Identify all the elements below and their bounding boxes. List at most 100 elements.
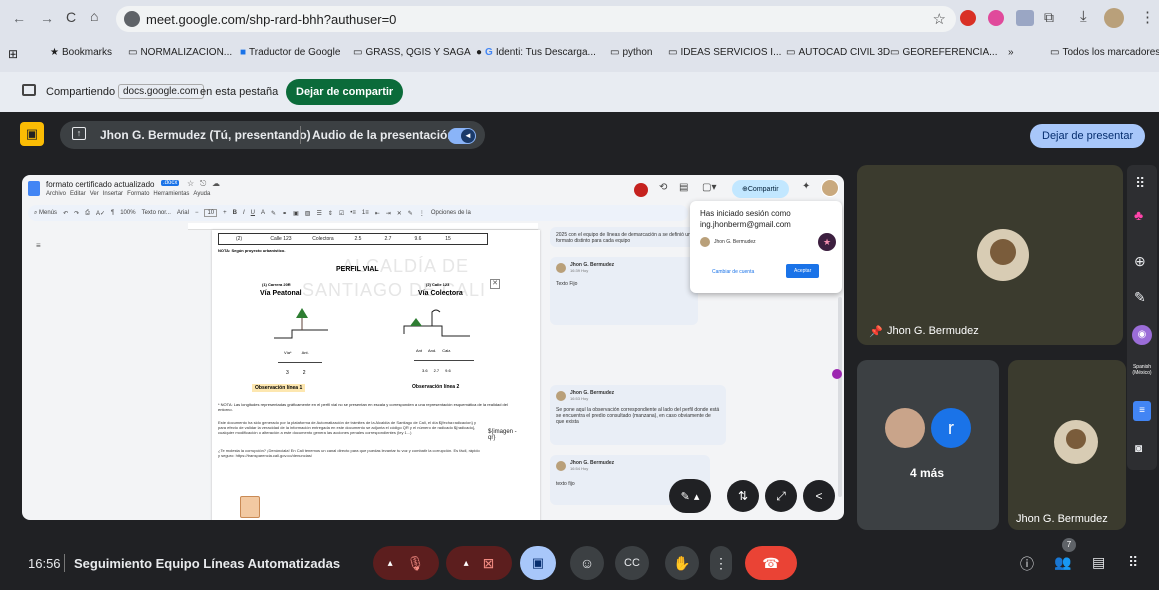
stop-sharing-button[interactable]: Dejar de compartir [286, 79, 404, 105]
bookmark-item[interactable]: ▭ GRASS, QGIS Y SAGA [353, 47, 471, 58]
checklist-icon[interactable]: ☑ [339, 210, 344, 217]
share-button[interactable]: ⊕ Compartir [732, 180, 789, 198]
camera-icon[interactable]: ◙ [1135, 441, 1142, 455]
redo-icon[interactable]: ↷ [74, 210, 79, 217]
image-handle-icon[interactable]: ✕ [490, 279, 500, 289]
forward-icon[interactable]: → [40, 10, 54, 26]
apps-grid-icon[interactable]: ⠿ [1135, 175, 1145, 192]
print-icon[interactable]: ⎙ [85, 210, 90, 217]
more-options-button[interactable]: ⋮ [710, 546, 732, 580]
account-avatar[interactable] [821, 179, 839, 197]
line-spacing-icon[interactable]: ⇕ [328, 210, 333, 217]
chevron-up-icon[interactable]: ▴ [464, 558, 469, 569]
people-icon[interactable]: 👥 [1054, 554, 1071, 571]
chat-icon[interactable]: ▤ [1092, 554, 1105, 571]
pen-icon[interactable]: ✎ [1134, 289, 1146, 306]
paint-format-icon[interactable]: ¶ [111, 210, 114, 216]
present-button[interactable]: ▣ [520, 546, 556, 580]
add-person-icon[interactable]: ⊕ [1134, 253, 1146, 270]
history-icon[interactable]: ⟲ [659, 182, 667, 193]
move-icon[interactable]: ⎋ [200, 179, 206, 189]
menu-ayuda[interactable]: Ayuda [193, 191, 210, 197]
kebab-menu-icon[interactable]: ⋮ [1140, 8, 1155, 26]
caption-language[interactable]: Spanish (México) [1129, 364, 1155, 376]
captions-button[interactable]: CC [615, 546, 649, 580]
menu-ver[interactable]: Ver [90, 191, 99, 197]
align-icon[interactable]: ☰ [316, 210, 321, 217]
doc-title[interactable]: formato certificado actualizado [46, 180, 155, 189]
comment-add-icon[interactable]: ▣ [293, 210, 299, 217]
meet-icon[interactable]: ▢▾ [702, 182, 716, 193]
gemini-icon[interactable] [634, 183, 648, 197]
all-bookmarks-folder[interactable]: ▭ Todos los marcadores [1050, 47, 1159, 58]
bookmark-item[interactable]: ● G Identi: Tus Descarga... [476, 47, 596, 58]
leave-call-button[interactable]: ☎ [745, 546, 797, 580]
site-info-icon[interactable] [124, 11, 140, 27]
menu-editar[interactable]: Editar [70, 191, 86, 197]
comments-icon[interactable]: ▤ [679, 182, 688, 193]
stop-presenting-icon[interactable]: ▣ [20, 122, 44, 146]
bullet-list-icon[interactable]: •≡ [350, 210, 356, 216]
mic-control[interactable]: ▴ 🎙 [373, 546, 439, 580]
shared-document[interactable]: formato certificado actualizado .docx ☆ … [22, 175, 844, 520]
bookmark-item[interactable]: ▭ AUTOCAD CIVIL 3D [786, 47, 890, 58]
reload-icon[interactable]: C [66, 9, 76, 25]
zoom-select[interactable]: 100% [120, 210, 135, 216]
ruler[interactable] [188, 223, 538, 230]
undo-icon[interactable]: ↶ [63, 210, 68, 217]
numbered-list-icon[interactable]: 1≡ [362, 210, 369, 216]
back-icon[interactable]: ← [12, 10, 26, 26]
outline-icon[interactable]: ≡ [36, 241, 41, 250]
share-icon[interactable]: < [803, 480, 835, 512]
apps-grid-icon[interactable]: ⠿ [1128, 554, 1138, 571]
bold-icon[interactable]: B [233, 210, 237, 216]
underline-icon[interactable]: U [251, 210, 255, 216]
doc-page[interactable]: (2) Calle 123 Colectora 2.5 2.7 9.6 15 N… [212, 230, 540, 520]
image-icon[interactable]: ▨ [305, 210, 311, 217]
profile-avatar[interactable] [1104, 8, 1124, 28]
menu-insertar[interactable]: Insertar [103, 191, 123, 197]
stop-presenting-button[interactable]: Dejar de presentar [1030, 124, 1146, 148]
more-icon[interactable]: ⋮ [419, 210, 425, 217]
more-bookmarks-button[interactable]: » [1008, 47, 1014, 58]
comment-card[interactable]: 2025 con el equipo de líneas de demarcac… [550, 227, 710, 247]
search-menus[interactable]: ⌕ Menús [34, 210, 57, 217]
puzzle-icon[interactable]: ⧉ [1044, 9, 1054, 26]
text-color-icon[interactable]: A [261, 210, 265, 216]
swap-icon[interactable]: ⇅ [727, 480, 759, 512]
comment-card[interactable]: Jhon G. Bermudez 16:39 Hoy Texto Fijo [550, 257, 698, 325]
home-icon[interactable]: ⌂ [90, 8, 98, 24]
camera-off-icon[interactable]: ⊠ [483, 555, 495, 572]
link-icon[interactable]: ⚭ [282, 210, 287, 217]
accept-button[interactable]: Aceptar [786, 264, 820, 278]
star-icon[interactable]: ☆ [187, 179, 194, 188]
pen-icon[interactable]: ✎ [408, 210, 413, 217]
italic-icon[interactable]: I [243, 210, 245, 216]
participant-tile-self[interactable]: Jhon G. Bermudez [1008, 360, 1126, 530]
emoji-button[interactable]: ☺ [570, 546, 604, 580]
font-select[interactable]: Arial [177, 210, 189, 216]
participant-tile-more[interactable]: r 4 más [857, 360, 999, 530]
mic-off-icon[interactable]: 🎙 [407, 555, 425, 572]
scrollbar[interactable] [838, 297, 842, 497]
bookmark-item[interactable]: ▭ NORMALIZACION... [128, 47, 232, 58]
download-icon[interactable]: ⤓ [1080, 8, 1087, 25]
indent-increase-icon[interactable]: ⇥ [386, 210, 391, 217]
menu-herramientas[interactable]: Herramientas [153, 191, 189, 197]
switch-account-button[interactable]: Cambiar de cuenta [712, 269, 754, 275]
docs-icon[interactable]: ≡ [1133, 401, 1151, 421]
raise-hand-button[interactable]: ✋ [665, 546, 699, 580]
info-icon[interactable]: ⓘ [1020, 554, 1034, 574]
options-label[interactable]: Opciones de la [431, 210, 471, 216]
star-icon[interactable]: ☆ [933, 10, 946, 28]
fullscreen-icon[interactable]: ⤢ [765, 480, 797, 512]
extension-icon[interactable] [988, 10, 1004, 26]
pin-icon[interactable]: 📌 [869, 325, 883, 338]
comment-card[interactable]: Jhon G. Bermudez 16:53 Hoy Se pone aquí … [550, 385, 726, 445]
annotate-button[interactable]: ✎ ▴ [669, 479, 711, 513]
highlight-icon[interactable]: ✎ [271, 210, 276, 217]
menu-formato[interactable]: Formato [127, 191, 149, 197]
sparkle-icon[interactable]: ✦ [802, 181, 810, 192]
font-size-decrease[interactable]: − [195, 210, 199, 216]
clear-format-icon[interactable]: ✕ [397, 210, 402, 217]
